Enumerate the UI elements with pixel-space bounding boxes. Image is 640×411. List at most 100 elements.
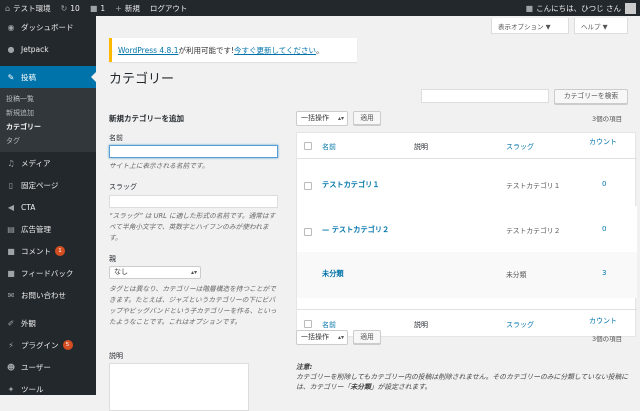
- menu-pages[interactable]: ▯ 固定ページ: [0, 174, 96, 196]
- updates-link[interactable]: ↻ 10: [56, 0, 85, 16]
- logout-link[interactable]: ログアウト: [145, 0, 193, 16]
- jetpack-icon: ●: [7, 44, 15, 54]
- parent-label: 親: [109, 255, 116, 263]
- categories-table: 名前 説明 スラッグ カウント テストカテゴリ１ テストカテゴリ１ 0 — テス…: [296, 132, 637, 337]
- select-all-checkbox[interactable]: [304, 142, 312, 150]
- table-row: — テストカテゴリ２ テストカテゴリ２ 0: [297, 206, 637, 252]
- comments-link[interactable]: ■ 1: [85, 0, 110, 16]
- category-name-input[interactable]: [109, 145, 278, 158]
- item-count-top: 3個の項目: [592, 115, 623, 123]
- column-name-footer[interactable]: 名前: [322, 320, 336, 330]
- menu-dashboard[interactable]: ◉ ダッシュボード: [0, 16, 96, 38]
- user-icon: ☻: [6, 362, 16, 372]
- comments-badge: 1: [55, 246, 65, 256]
- parent-select[interactable]: なし ▴▾: [109, 266, 201, 279]
- column-slug[interactable]: スラッグ: [506, 142, 534, 152]
- main-content: 表示オプション ▼ ヘルプ ▼ WordPress 4.8.1 が利用可能です!…: [96, 16, 640, 411]
- menu-appearance[interactable]: ✐ 外観: [0, 312, 96, 334]
- column-description: 説明: [414, 143, 428, 151]
- category-search-input[interactable]: [421, 89, 549, 103]
- menu-jetpack[interactable]: ● Jetpack: [0, 38, 96, 60]
- description-label: 説明: [109, 352, 123, 360]
- category-slug: テストカテゴリ２: [506, 227, 561, 235]
- admin-bar: ⌂ テスト環境 ↻ 10 ■ 1 + 新規 ログアウト ■ こんにちは、ひつじ さん: [0, 0, 640, 16]
- apply-button-top[interactable]: 適用: [353, 111, 381, 125]
- select-arrows-icon: ▴▾: [190, 269, 197, 276]
- wrench-icon: ✦: [7, 384, 15, 394]
- page-title: カテゴリー: [109, 72, 175, 87]
- category-count-link[interactable]: 0: [602, 225, 606, 233]
- column-name[interactable]: 名前: [322, 142, 336, 152]
- category-name-link[interactable]: 未分類: [322, 269, 344, 279]
- category-count-link[interactable]: 0: [602, 180, 606, 188]
- search-categories-button[interactable]: カテゴリーを検索: [554, 89, 628, 104]
- mail-icon: ✉: [7, 290, 15, 300]
- brush-icon: ✐: [7, 318, 15, 328]
- bulk-action-select-bottom[interactable]: 一括操作 ▴▾: [296, 330, 348, 345]
- column-count[interactable]: カウント: [589, 137, 617, 147]
- wordpress-version-link[interactable]: WordPress 4.8.1: [118, 46, 178, 55]
- comments-icon: ■: [7, 246, 15, 256]
- column-slug-footer[interactable]: スラッグ: [506, 320, 534, 330]
- apply-button-bottom[interactable]: 適用: [353, 330, 381, 344]
- bulk-action-select-top[interactable]: 一括操作 ▴▾: [296, 111, 348, 126]
- submenu-tags[interactable]: タグ: [0, 134, 96, 148]
- admin-sidebar: ◉ ダッシュボード ● Jetpack ✎ 投稿 投稿一覧 新規追加 カテゴリー タグ…: [0, 16, 96, 395]
- pin-icon: ✎: [7, 72, 15, 82]
- comment-icon: ■: [89, 3, 98, 13]
- help-button[interactable]: ヘルプ ▼: [574, 18, 628, 34]
- select-arrows-icon: ▴▾: [337, 334, 344, 341]
- screen-options-button[interactable]: 表示オプション ▼: [491, 18, 569, 34]
- category-name-link[interactable]: — テストカテゴリ２: [322, 225, 389, 235]
- column-count-footer[interactable]: カウント: [589, 316, 617, 326]
- name-description: サイト上に表示される名前です。: [109, 162, 209, 170]
- category-count-link[interactable]: 3: [602, 269, 606, 277]
- select-arrows-icon: ▴▾: [337, 115, 344, 122]
- row-checkbox[interactable]: [304, 228, 312, 236]
- site-name-link[interactable]: ⌂ テスト環境: [0, 0, 56, 16]
- submenu-all-posts[interactable]: 投稿一覧: [0, 92, 96, 106]
- add-category-heading: 新規カテゴリーを追加: [109, 114, 184, 123]
- menu-users[interactable]: ☻ ユーザー: [0, 356, 96, 378]
- avatar: [625, 2, 636, 14]
- menu-cta[interactable]: ◀ CTA: [0, 196, 96, 218]
- menu-contact[interactable]: ✉ お問い合わせ: [0, 284, 96, 306]
- name-label: 名前: [109, 134, 123, 142]
- update-notice: WordPress 4.8.1 が利用可能です! 今すぐ更新してください。: [109, 38, 357, 62]
- plus-icon: +: [115, 3, 122, 13]
- category-description-textarea[interactable]: [109, 363, 249, 411]
- parent-description: タグとは異なり、カテゴリーは階層構造を持つことができます。たとえば、ジャズという…: [109, 285, 277, 326]
- media-icon: ♫: [7, 158, 15, 168]
- category-slug: 未分類: [506, 271, 527, 279]
- posts-submenu: 投稿一覧 新規追加 カテゴリー タグ: [0, 88, 96, 152]
- megaphone-icon: ◀: [7, 202, 15, 212]
- menu-tools[interactable]: ✦ ツール: [0, 378, 96, 400]
- dashboard-icon: ◉: [7, 22, 15, 32]
- comment-bubble-icon: ■: [525, 3, 534, 13]
- menu-media[interactable]: ♫ メディア: [0, 152, 96, 174]
- submenu-categories[interactable]: カテゴリー: [0, 120, 96, 134]
- menu-posts[interactable]: ✎ 投稿: [0, 66, 96, 88]
- plugins-badge: 5: [62, 340, 73, 350]
- menu-plugins[interactable]: ⚡ プラグイン 5: [0, 334, 96, 356]
- table-footer: 名前 説明 スラッグ カウント: [297, 309, 637, 337]
- chart-icon: ▤: [7, 224, 15, 234]
- menu-feedback[interactable]: ■ フィードバック: [0, 262, 96, 284]
- feedback-icon: ■: [7, 268, 15, 278]
- submenu-add-new[interactable]: 新規追加: [0, 106, 96, 120]
- row-checkbox[interactable]: [304, 182, 312, 190]
- category-slug-input[interactable]: [109, 195, 278, 208]
- update-now-link[interactable]: 今すぐ更新してください: [234, 45, 316, 56]
- plug-icon: ⚡: [8, 340, 14, 350]
- new-content-link[interactable]: + 新規: [110, 0, 145, 16]
- menu-comments[interactable]: ■ コメント 1: [0, 240, 96, 262]
- note-title: 注意:: [296, 363, 313, 371]
- menu-ads[interactable]: ▤ 広告管理: [0, 218, 96, 240]
- home-icon: ⌂: [5, 3, 11, 13]
- select-all-checkbox-footer[interactable]: [304, 320, 312, 328]
- delete-note: 注意: カテゴリーを削除してもカテゴリー内の投稿は削除されません。そのカテゴリー…: [296, 362, 636, 392]
- category-name-link[interactable]: テストカテゴリ１: [322, 180, 380, 190]
- category-slug: テストカテゴリ１: [506, 182, 561, 190]
- column-description-footer: 説明: [414, 321, 428, 329]
- my-account[interactable]: ■ こんにちは、ひつじ さん: [525, 2, 640, 14]
